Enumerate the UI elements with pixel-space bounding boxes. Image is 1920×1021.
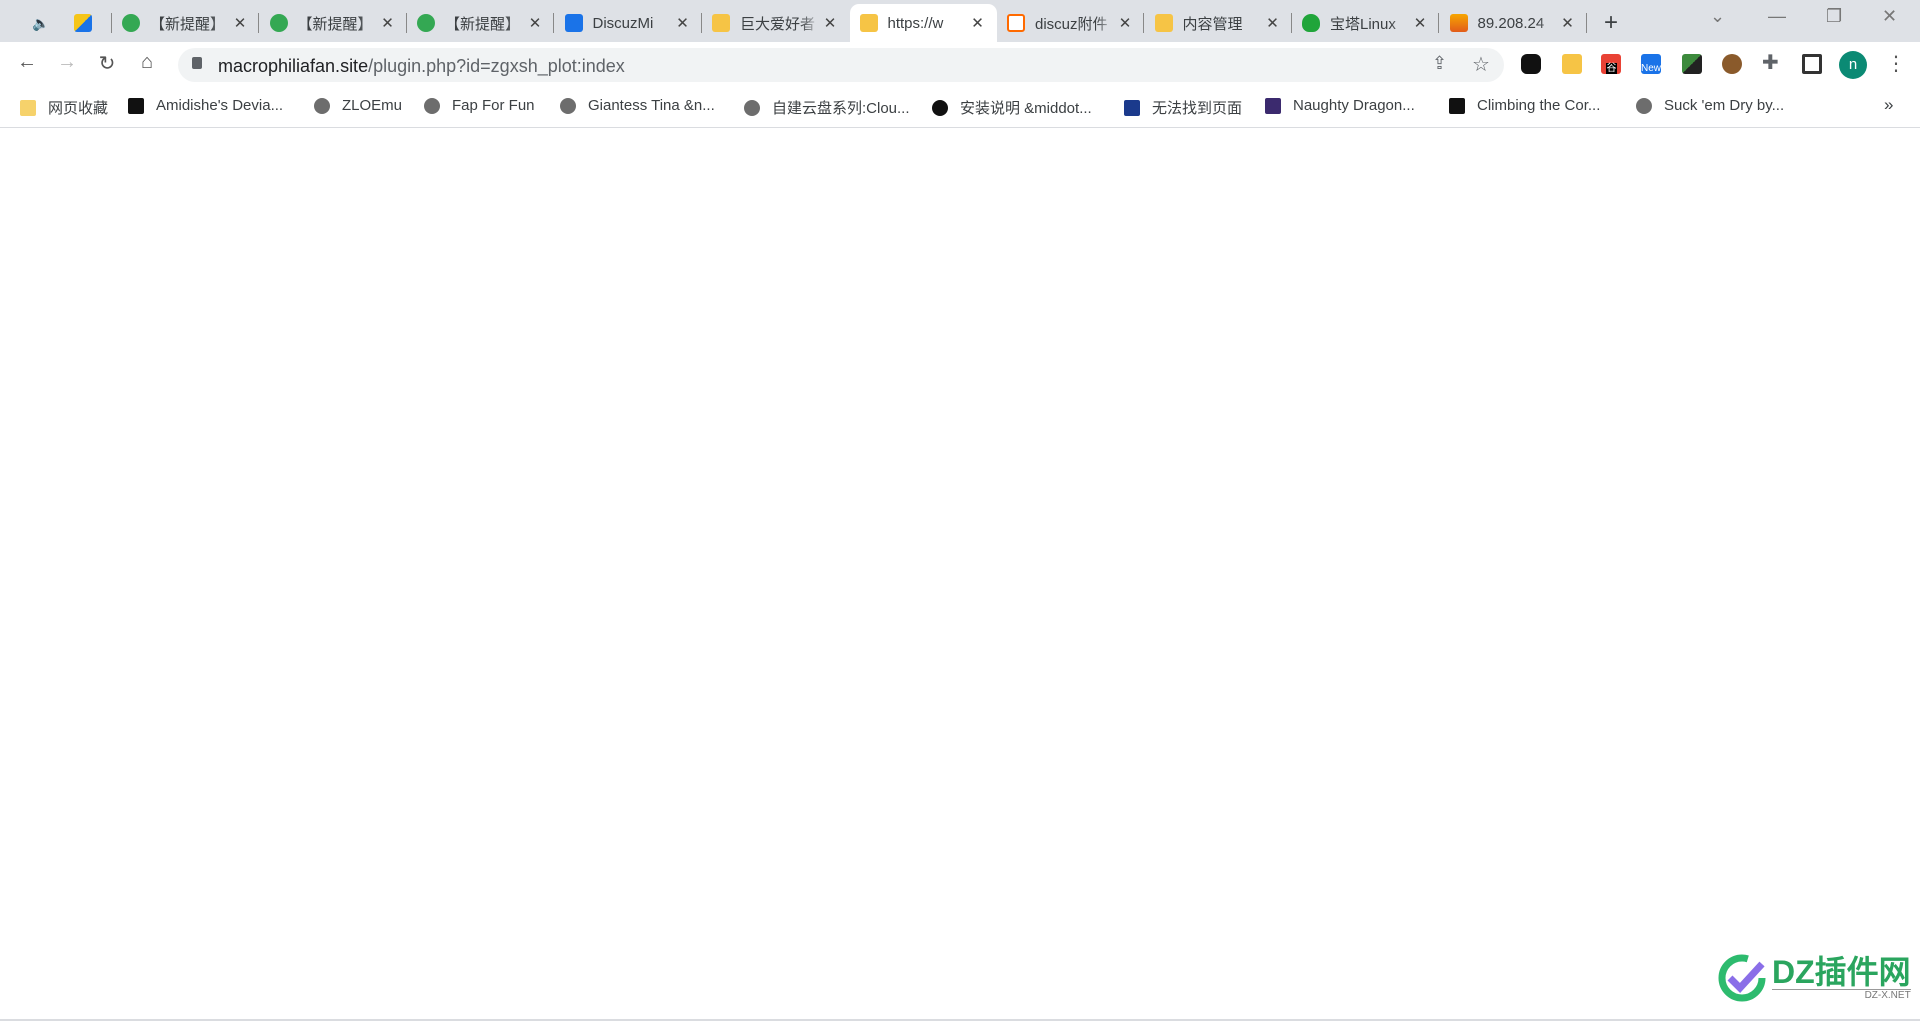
note-icon [859, 14, 878, 32]
extension-green-icon[interactable] [1682, 54, 1702, 74]
check-circle-icon [122, 14, 140, 32]
check-circle-icon [269, 14, 288, 32]
extension-new-icon[interactable]: New [1641, 54, 1661, 74]
globe-icon [1636, 97, 1652, 114]
bookmark-item[interactable]: 无法找到页面 [1124, 97, 1242, 118]
tab[interactable]: 内容管理 ✕ [1145, 4, 1292, 42]
tab[interactable]: 【新提醒】 ✕ [407, 4, 554, 42]
shield-icon [1302, 14, 1320, 32]
extension-tampermonkey-icon[interactable] [1521, 54, 1541, 74]
note-icon [1154, 14, 1173, 32]
share-icon[interactable]: ⇪ [1432, 53, 1447, 74]
pinned-app-icon [74, 14, 92, 32]
bookmark-item[interactable]: 安装说明 &middot... [932, 97, 1092, 118]
discuz-mail-icon [564, 14, 583, 32]
profile-avatar[interactable]: n [1839, 51, 1867, 79]
tab[interactable]: 巨大爱好者 ✕ [702, 4, 849, 42]
tab[interactable]: 【新提醒】 ✕ [112, 4, 259, 42]
tab-close-icon[interactable]: ✕ [1411, 14, 1429, 32]
reload-button[interactable]: ↻ [93, 51, 121, 76]
tab-close-icon[interactable]: ✕ [821, 14, 839, 32]
watermark-brand: DZ插件网 [1772, 954, 1911, 990]
tab-title: https://w [887, 14, 944, 32]
phpmyadmin-icon [1449, 14, 1468, 32]
tab[interactable]: 【新提醒】 ✕ [260, 4, 407, 42]
tab-close-icon[interactable]: ✕ [1559, 14, 1577, 32]
tab[interactable]: discuz附件 ✕ [997, 4, 1144, 42]
bookmark-item[interactable]: Amidishe's Devia... [128, 97, 283, 114]
tab-close-icon[interactable]: ✕ [1116, 14, 1134, 32]
extension-downloader-icon[interactable] [1562, 54, 1582, 74]
site-favicon-icon [1124, 99, 1140, 116]
tab-close-icon[interactable]: ✕ [674, 14, 692, 32]
aliyun-icon [1007, 14, 1025, 32]
address-bar[interactable]: macrophiliafan.site/plugin.php?id=zgxsh_… [178, 48, 1504, 82]
extensions-puzzle-icon[interactable]: ✚ [1762, 50, 1782, 74]
tab-title: 宝塔Linux [1330, 15, 1396, 33]
globe-icon [314, 97, 330, 114]
tab[interactable]: 宝塔Linux ✕ [1292, 4, 1439, 42]
tab-title: 【新提醒】 [297, 15, 373, 33]
lock-icon [192, 57, 202, 69]
pinned-tab[interactable] [64, 4, 112, 42]
tab-title: 【新提醒】 [445, 15, 521, 33]
bookmark-item[interactable]: Suck 'em Dry by... [1636, 97, 1784, 114]
muted-tab-audio[interactable]: 🔈 [22, 4, 66, 42]
speaker-muted-icon: 🔈 [32, 14, 50, 31]
globe-icon [424, 97, 440, 114]
bookmark-item[interactable]: ZLOEmu [314, 97, 402, 114]
restore-button[interactable]: ❐ [1826, 6, 1842, 27]
tab-title: DiscuzMi [592, 14, 654, 32]
dz-check-logo-icon [1718, 954, 1766, 1002]
site-favicon-icon [1449, 97, 1465, 114]
tab-close-icon[interactable]: ✕ [379, 14, 397, 32]
tab-title: 89.208.24 [1477, 14, 1545, 32]
tab-close-icon[interactable]: ✕ [1264, 14, 1282, 32]
tab[interactable]: 89.208.24 ✕ [1440, 4, 1587, 42]
bookmark-item[interactable]: Naughty Dragon... [1265, 97, 1415, 114]
tab-close-icon[interactable]: ✕ [231, 14, 249, 32]
tab-search-button[interactable]: ⌄ [1710, 6, 1725, 27]
bookmark-item[interactable]: 自建云盘系列:Clou... [744, 97, 910, 118]
extension-cookie-icon[interactable] [1722, 54, 1742, 74]
side-panel-icon[interactable] [1802, 54, 1822, 74]
toolbar: ← → ↻ ⌂ macrophiliafan.site/plugin.php?i… [0, 42, 1920, 104]
bookmarks-bar: 网页收藏 Amidishe's Devia... ZLOEmu Fap For Fun… [0, 87, 1920, 128]
tab[interactable]: DiscuzMi ✕ [555, 4, 702, 42]
extension-translate-icon[interactable]: 谷歌 [1601, 54, 1621, 104]
new-tab-button[interactable]: + [1594, 4, 1628, 42]
site-favicon-icon [1265, 97, 1281, 114]
bookmark-item[interactable]: Climbing the Cor... [1449, 97, 1600, 114]
site-favicon-icon [128, 97, 144, 114]
back-button[interactable]: ← [13, 51, 41, 74]
bookmarks-overflow-button[interactable]: » [1884, 95, 1893, 115]
folder-icon [20, 99, 36, 116]
note-icon [712, 14, 730, 32]
menu-kebab-icon[interactable]: ⋮ [1886, 51, 1906, 76]
tab-title: discuz附件 [1035, 15, 1108, 33]
page-content-blank [0, 128, 1920, 1019]
tab-close-icon[interactable]: ✕ [969, 14, 987, 32]
tab-title: 巨大爱好者 [740, 15, 816, 33]
watermark-logo: DZ插件网 DZ-X.NET [1716, 952, 1911, 1004]
bookmark-item[interactable]: Giantess Tina &n... [560, 97, 715, 114]
home-button[interactable]: ⌂ [133, 51, 161, 74]
site-favicon-icon [932, 99, 948, 116]
minimize-button[interactable]: — [1768, 6, 1786, 27]
globe-icon [744, 99, 760, 116]
bookmark-item[interactable]: Fap For Fun [424, 97, 535, 114]
globe-icon [560, 97, 576, 114]
close-window-button[interactable]: ✕ [1882, 6, 1897, 27]
check-circle-icon [417, 14, 435, 32]
forward-button[interactable]: → [53, 51, 81, 74]
tab-title: 【新提醒】 [150, 15, 226, 33]
tab[interactable]: https://w ✕ [849, 4, 997, 42]
bookmark-item[interactable]: 网页收藏 [20, 97, 108, 118]
url-text[interactable]: macrophiliafan.site/plugin.php?id=zgxsh_… [218, 56, 625, 77]
tab-title: 内容管理 [1182, 15, 1243, 33]
bookmark-star-icon[interactable]: ☆ [1472, 52, 1490, 77]
watermark-sub: DZ-X.NET [1772, 989, 1911, 1001]
tab-strip: 🔈 【新提醒】 ✕ 【新提醒】 ✕ 【新提醒】 ✕ DiscuzMi ✕ 巨大爱好者 ✕ https… [0, 0, 1920, 42]
tab-close-icon[interactable]: ✕ [526, 14, 544, 32]
